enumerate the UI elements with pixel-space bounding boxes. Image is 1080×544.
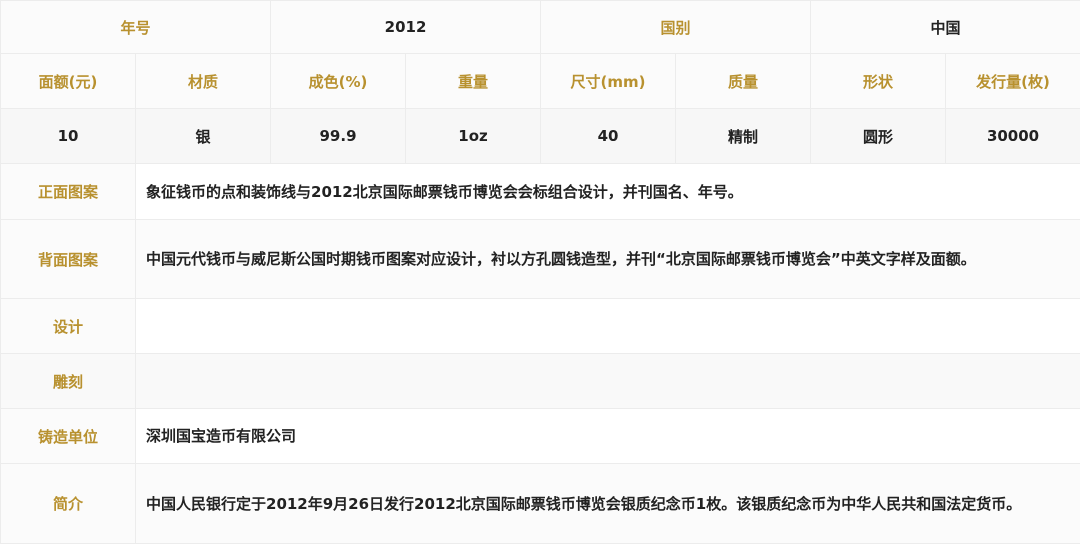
mint-label: 铸造单位 xyxy=(1,409,136,464)
engraver-label: 雕刻 xyxy=(1,354,136,409)
spec-value-material: 银 xyxy=(136,109,271,164)
obverse-row: 正面图案 象征钱币的点和装饰线与2012北京国际邮票钱币博览会会标组合设计，并刊… xyxy=(1,164,1080,220)
spec-header-material: 材质 xyxy=(136,54,271,109)
engraver-text xyxy=(136,354,1080,409)
reverse-text: 中国元代钱币与威尼斯公国时期钱币图案对应设计，衬以方孔圆钱造型，并刊“北京国际邮… xyxy=(136,220,1080,299)
spec-value-quality: 精制 xyxy=(676,109,811,164)
designer-row: 设计 xyxy=(1,299,1080,354)
spec-header-mintage: 发行量(枚) xyxy=(946,54,1080,109)
intro-text: 中国人民银行定于2012年9月26日发行2012北京国际邮票钱币博览会银质纪念币… xyxy=(136,464,1080,544)
spec-header-fineness: 成色(%) xyxy=(271,54,406,109)
spec-value-mintage: 30000 xyxy=(946,109,1080,164)
coin-info-table: 年号 2012 国别 中国 面额(元) 材质 成色(%) 重量 尺寸(mm) 质… xyxy=(0,0,1080,544)
spec-header-weight: 重量 xyxy=(406,54,541,109)
header-row: 年号 2012 国别 中国 xyxy=(1,1,1080,54)
intro-row: 简介 中国人民银行定于2012年9月26日发行2012北京国际邮票钱币博览会银质… xyxy=(1,464,1080,544)
intro-label: 简介 xyxy=(1,464,136,544)
spec-value-size: 40 xyxy=(541,109,676,164)
mint-row: 铸造单位 深圳国宝造币有限公司 xyxy=(1,409,1080,464)
reverse-label: 背面图案 xyxy=(1,220,136,299)
spec-header-shape: 形状 xyxy=(811,54,946,109)
country-value: 中国 xyxy=(811,1,1080,54)
spec-value-denomination: 10 xyxy=(1,109,136,164)
mint-text: 深圳国宝造币有限公司 xyxy=(136,409,1080,464)
engraver-row: 雕刻 xyxy=(1,354,1080,409)
year-value: 2012 xyxy=(271,1,541,54)
country-label: 国别 xyxy=(541,1,811,54)
spec-value-row: 10 银 99.9 1oz 40 精制 圆形 30000 xyxy=(1,109,1080,164)
spec-value-weight: 1oz xyxy=(406,109,541,164)
spec-value-fineness: 99.9 xyxy=(271,109,406,164)
designer-label: 设计 xyxy=(1,299,136,354)
spec-header-quality: 质量 xyxy=(676,54,811,109)
obverse-text: 象征钱币的点和装饰线与2012北京国际邮票钱币博览会会标组合设计，并刊国名、年号… xyxy=(136,164,1080,220)
spec-header-row: 面额(元) 材质 成色(%) 重量 尺寸(mm) 质量 形状 发行量(枚) xyxy=(1,54,1080,109)
designer-text xyxy=(136,299,1080,354)
spec-value-shape: 圆形 xyxy=(811,109,946,164)
obverse-label: 正面图案 xyxy=(1,164,136,220)
spec-header-denomination: 面额(元) xyxy=(1,54,136,109)
spec-header-size: 尺寸(mm) xyxy=(541,54,676,109)
reverse-row: 背面图案 中国元代钱币与威尼斯公国时期钱币图案对应设计，衬以方孔圆钱造型，并刊“… xyxy=(1,220,1080,299)
year-label: 年号 xyxy=(1,1,271,54)
